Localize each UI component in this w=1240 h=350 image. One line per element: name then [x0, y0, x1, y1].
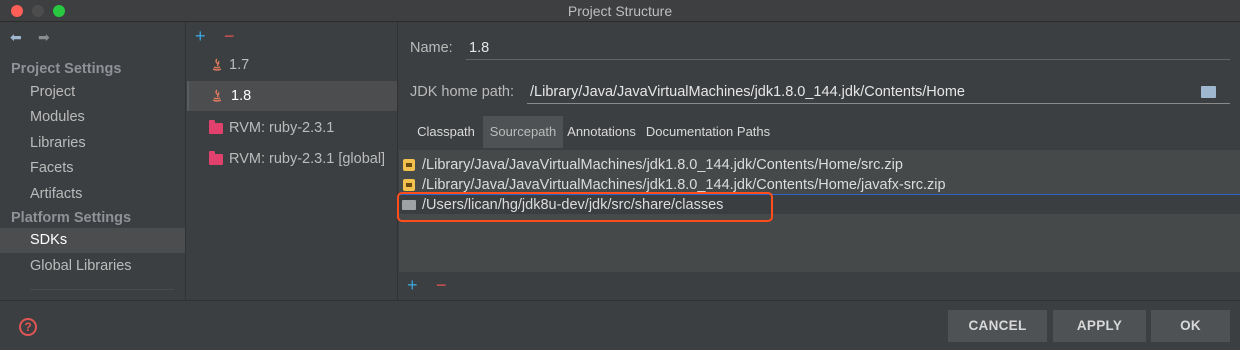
jdk-home-path-value: /Library/Java/JavaVirtualMachines/jdk1.8…	[530, 84, 965, 100]
path-text: /Library/Java/JavaVirtualMachines/jdk1.8…	[422, 177, 946, 193]
sdk-item-label: RVM: ruby-2.3.1 [global]	[229, 151, 386, 167]
nav-divider	[30, 289, 174, 290]
sdk-item-rvm-ruby[interactable]: RVM: ruby-2.3.1	[187, 113, 397, 143]
nav-item-sdks[interactable]: SDKs	[0, 228, 185, 253]
archive-icon	[403, 159, 415, 171]
cancel-button[interactable]: CANCEL	[948, 310, 1047, 342]
apply-button[interactable]: APPLY	[1053, 310, 1146, 342]
jdk-home-path-label: JDK home path:	[410, 84, 514, 100]
tab-sourcepath[interactable]: Sourcepath	[483, 116, 563, 148]
path-text: /Library/Java/JavaVirtualMachines/jdk1.8…	[422, 157, 903, 173]
tab-annotations[interactable]: Annotations	[563, 116, 640, 148]
add-path-button[interactable]: +	[407, 276, 418, 294]
remove-path-button[interactable]: −	[436, 276, 447, 294]
sdk-details-panel: Name: 1.8 JDK home path: /Library/Java/J…	[397, 22, 1240, 300]
dialog-footer: ? CANCEL APPLY OK	[0, 300, 1240, 350]
sdk-item-rvm-ruby-global[interactable]: RVM: ruby-2.3.1 [global]	[187, 144, 397, 174]
ok-button[interactable]: OK	[1151, 310, 1230, 342]
path-row[interactable]: /Library/Java/JavaVirtualMachines/jdk1.8…	[399, 155, 1240, 175]
highlight-box	[397, 192, 773, 222]
browse-folder-icon[interactable]	[1201, 86, 1216, 98]
path-row-selected[interactable]: /Users/lican/hg/jdk8u-dev/jdk/src/share/…	[397, 192, 1240, 222]
add-sdk-button[interactable]: +	[195, 27, 206, 45]
sdk-item-1-7[interactable]: 1.7	[187, 50, 397, 80]
nav-item-libraries[interactable]: Libraries	[0, 131, 185, 156]
ruby-folder-icon	[209, 151, 223, 165]
archive-icon	[403, 179, 415, 191]
sdk-item-1-8[interactable]: 1.8	[187, 81, 397, 111]
nav-item-facets[interactable]: Facets	[0, 156, 185, 181]
java-icon	[212, 58, 222, 71]
sdk-item-label: 1.7	[229, 57, 250, 73]
nav-item-global-libraries[interactable]: Global Libraries	[0, 254, 185, 279]
nav-item-artifacts[interactable]: Artifacts	[0, 182, 185, 207]
sourcepath-list: /Library/Java/JavaVirtualMachines/jdk1.8…	[397, 150, 1240, 272]
jdk-home-path-field[interactable]: /Library/Java/JavaVirtualMachines/jdk1.8…	[527, 80, 1230, 104]
java-icon	[212, 89, 222, 102]
nav-item-modules[interactable]: Modules	[0, 105, 185, 130]
arrow-left-icon[interactable]: ⬅	[10, 29, 26, 45]
arrow-right-icon[interactable]: ➡	[38, 29, 54, 45]
title-bar: Project Structure	[0, 0, 1240, 22]
sdk-item-label: RVM: ruby-2.3.1	[229, 120, 335, 136]
name-field[interactable]: 1.8	[466, 36, 1230, 60]
ruby-folder-icon	[209, 120, 223, 134]
tab-classpath[interactable]: Classpath	[409, 116, 483, 148]
nav-item-project[interactable]: Project	[0, 80, 185, 105]
help-icon[interactable]: ?	[19, 318, 37, 336]
window-title: Project Structure	[567, 3, 673, 19]
settings-nav: ⬅ ➡ Project Settings Project Modules Lib…	[0, 22, 186, 300]
section-header-project-settings: Project Settings	[11, 61, 122, 77]
name-label: Name:	[410, 40, 453, 56]
section-header-platform-settings: Platform Settings	[11, 210, 132, 226]
sdk-item-label: 1.8	[231, 88, 252, 104]
remove-sdk-button[interactable]: −	[224, 27, 235, 45]
sdk-list-panel: + − 1.7 1.8 RVM: ruby-2.3.1 RVM: ruby-2.…	[187, 22, 398, 300]
tab-documentation-paths[interactable]: Documentation Paths	[640, 116, 776, 148]
